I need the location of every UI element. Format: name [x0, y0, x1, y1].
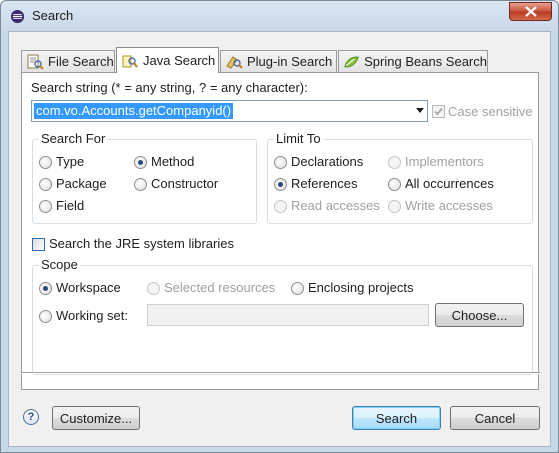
jre-system-libraries-checkbox[interactable] [32, 238, 45, 251]
search-for-title: Search For [39, 131, 108, 146]
radio-field-label: Field [56, 198, 85, 213]
window-title: Search [32, 8, 74, 23]
radio-all-occurrences[interactable] [388, 178, 401, 191]
jre-system-libraries-label: Search the JRE system libraries [49, 236, 234, 251]
radio-read-accesses[interactable] [274, 200, 287, 213]
title-bar[interactable]: Search [1, 1, 558, 31]
choose-working-set-button[interactable]: Choose... [435, 303, 524, 327]
radio-implementors[interactable] [388, 156, 401, 169]
plugin-search-icon [226, 55, 243, 69]
search-button[interactable]: Search [352, 406, 441, 430]
radio-working-set-label: Working set: [56, 308, 129, 323]
tab-label: Spring Beans Search [364, 54, 487, 69]
java-search-icon [122, 55, 138, 68]
case-sensitive-checkbox[interactable] [432, 105, 445, 118]
radio-workspace-label: Workspace [56, 280, 121, 295]
case-sensitive-label: Case sensitive [448, 104, 533, 119]
footer-separator [21, 372, 540, 374]
limit-to-title: Limit To [274, 131, 323, 146]
radio-write-accesses-label: Write accesses [405, 198, 493, 213]
tab-file-search[interactable]: File Search [21, 50, 115, 72]
search-string-label: Search string (* = any string, ? = any c… [31, 80, 308, 95]
radio-all-occurrences-label: All occurrences [405, 176, 494, 191]
radio-method[interactable] [134, 156, 147, 169]
customize-button[interactable]: Customize... [52, 406, 140, 430]
radio-method-label: Method [151, 154, 195, 169]
scope-title: Scope [39, 257, 80, 272]
radio-working-set[interactable] [39, 310, 52, 323]
search-string-combo[interactable]: com.vo.Accounts.getCompanyid() [31, 100, 428, 122]
checkmark-icon [434, 107, 443, 116]
cancel-button[interactable]: Cancel [450, 406, 540, 430]
radio-workspace[interactable] [39, 282, 52, 295]
java-search-panel: Search string (* = any string, ? = any c… [21, 72, 539, 390]
dialog-body: File Search Java Search Plug-in Search S… [8, 31, 551, 447]
close-button[interactable] [509, 2, 552, 21]
radio-package-label: Package [56, 176, 107, 191]
radio-constructor[interactable] [134, 178, 147, 191]
radio-write-accesses[interactable] [388, 200, 401, 213]
radio-enclosing-projects[interactable] [291, 282, 304, 295]
search-for-group: Search For Type Method Package Construct… [32, 131, 257, 224]
help-icon[interactable]: ? [23, 409, 39, 425]
radio-type[interactable] [39, 156, 52, 169]
radio-declarations[interactable] [274, 156, 287, 169]
radio-references-label: References [291, 176, 358, 191]
tab-label: File Search [48, 54, 114, 69]
radio-package[interactable] [39, 178, 52, 191]
file-search-icon [27, 54, 44, 70]
tab-java-search[interactable]: Java Search [116, 47, 219, 73]
radio-implementors-label: Implementors [405, 154, 484, 169]
working-set-field[interactable] [147, 304, 429, 326]
radio-selected-resources[interactable] [147, 282, 160, 295]
radio-selected-resources-label: Selected resources [164, 280, 276, 295]
tab-spring-beans-search[interactable]: Spring Beans Search [338, 50, 488, 72]
tab-label: Java Search [143, 53, 216, 68]
tab-plugin-search[interactable]: Plug-in Search [220, 50, 337, 72]
spring-beans-icon [344, 56, 359, 67]
radio-read-accesses-label: Read accesses [291, 198, 380, 213]
radio-enclosing-projects-label: Enclosing projects [308, 280, 414, 295]
radio-references[interactable] [274, 178, 287, 191]
radio-constructor-label: Constructor [151, 176, 219, 191]
close-icon [524, 6, 537, 17]
radio-declarations-label: Declarations [291, 154, 364, 169]
scope-group: Scope Workspace Selected resources Enclo… [32, 257, 533, 375]
search-dialog: Search File Search Java Search Plug-in S… [0, 0, 559, 453]
radio-type-label: Type [56, 154, 85, 169]
tab-label: Plug-in Search [247, 54, 333, 69]
chevron-down-icon[interactable] [416, 108, 424, 113]
radio-field[interactable] [39, 200, 52, 213]
limit-to-group: Limit To Declarations Implementors Refer… [267, 131, 533, 224]
eclipse-app-icon [10, 9, 25, 24]
search-string-value[interactable]: com.vo.Accounts.getCompanyid() [34, 103, 234, 119]
